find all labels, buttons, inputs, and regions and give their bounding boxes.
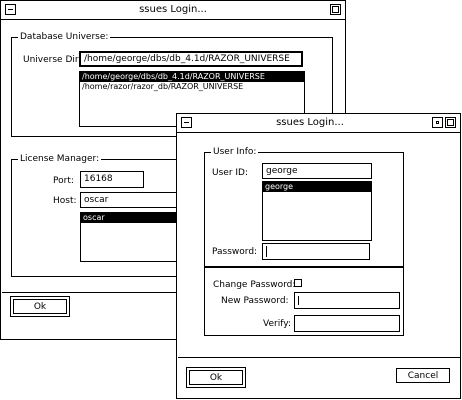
universe-dir-label: Universe Dir: [23,55,82,65]
list-item[interactable]: oscar [81,213,179,223]
front-separator [178,357,461,358]
window-menu-icon[interactable] [181,117,192,128]
user-id-value: george [266,166,298,176]
port-label: Port: [53,176,74,186]
front-ok-button[interactable]: Ok [186,367,246,388]
text-cursor [266,246,267,257]
user-info-label: User Info: [211,147,259,157]
maximize-icon[interactable] [445,117,456,128]
user-id-label: User ID: [212,168,248,178]
host-input[interactable]: oscar [80,192,180,208]
user-id-input[interactable]: george [262,163,372,179]
list-item[interactable]: george [263,182,371,192]
minimize-icon[interactable] [432,117,443,128]
universe-dir-input[interactable]: /home/george/dbs/db_4.1d/RAZOR_UNIVERSE [79,51,303,67]
port-input[interactable]: 16168 [80,171,144,188]
host-list[interactable]: oscar [80,212,180,262]
window-menu-icon[interactable] [5,4,16,15]
database-universe-label: Database Universe: [18,32,111,42]
change-password-checkbox[interactable] [294,279,302,287]
password-input[interactable] [262,243,370,260]
list-item[interactable]: /home/razor/razor_db/RAZOR_UNIVERSE [80,82,304,92]
back-title-bar[interactable]: ssues Login... [1,1,345,20]
back-window-title: ssues Login... [139,4,207,15]
new-password-label: New Password: [221,296,289,306]
new-password-input[interactable] [294,292,400,309]
front-title-bar[interactable]: ssues Login... [177,114,460,133]
password-label: Password: [212,247,258,257]
maximize-icon[interactable] [330,4,341,15]
text-cursor [298,296,299,305]
user-id-list[interactable]: george [262,181,372,241]
verify-input[interactable] [294,315,400,332]
back-ok-button[interactable]: Ok [10,296,70,317]
license-manager-label: License Manager: [18,154,102,164]
list-item[interactable]: /home/george/dbs/db_4.1d/RAZOR_UNIVERSE [80,72,304,82]
front-window-title: ssues Login... [276,117,344,128]
front-login-window: ssues Login... User Info: User ID: georg… [176,113,461,399]
cancel-button[interactable]: Cancel [396,368,450,383]
verify-label: Verify: [263,319,291,329]
host-label: Host: [53,196,77,206]
change-password-label: Change Password: [213,280,296,290]
